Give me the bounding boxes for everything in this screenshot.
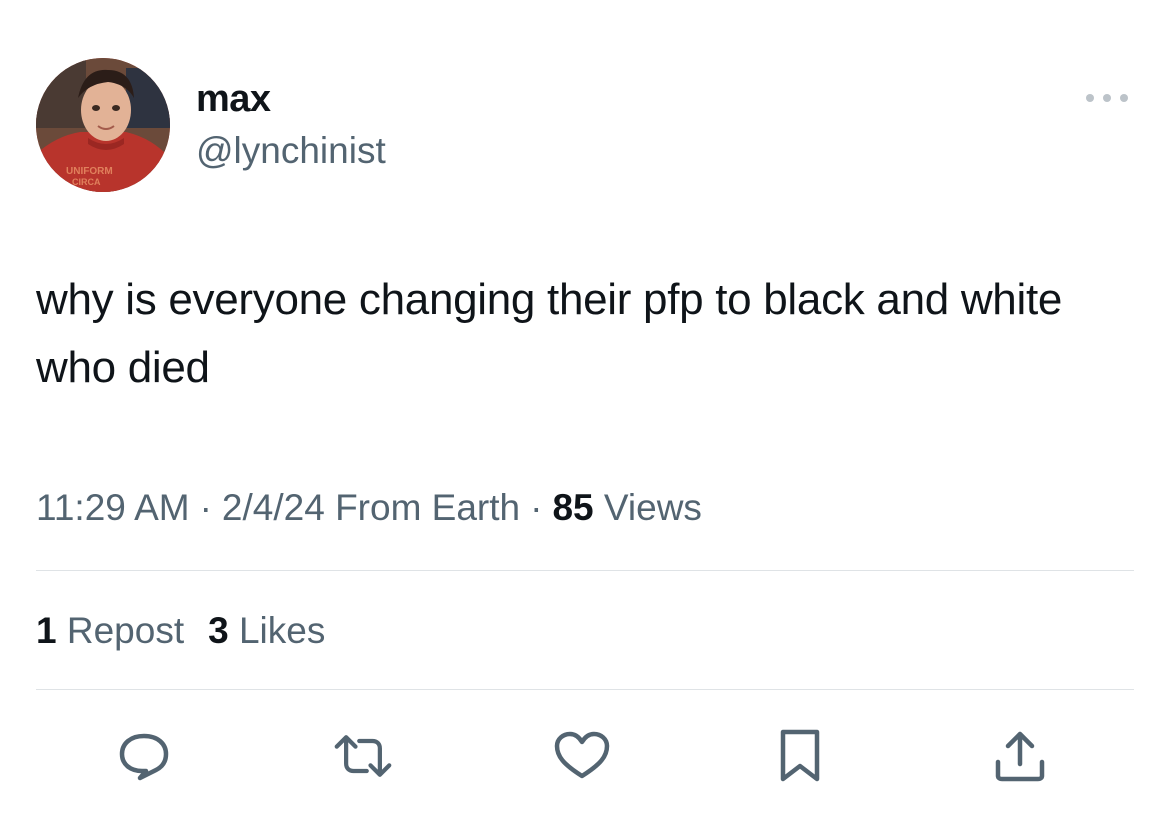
- avatar[interactable]: UNIFORM CIRCA: [36, 58, 170, 192]
- repost-icon: [334, 735, 392, 777]
- likes-stat[interactable]: 3 Likes: [208, 607, 325, 655]
- display-name[interactable]: max: [196, 76, 271, 122]
- like-button[interactable]: [552, 726, 612, 786]
- heart-icon: [554, 731, 610, 779]
- share-button[interactable]: [990, 726, 1050, 786]
- bookmark-icon: [780, 729, 820, 782]
- views-label: Views: [603, 487, 702, 528]
- reply-button[interactable]: [114, 726, 174, 786]
- svg-text:CIRCA: CIRCA: [72, 177, 101, 187]
- divider: [36, 689, 1134, 690]
- reposts-stat[interactable]: 1 Repost: [36, 607, 184, 655]
- bookmark-button[interactable]: [770, 726, 830, 786]
- likes-count: 3: [208, 610, 229, 651]
- tweet-time[interactable]: 11:29 AM: [36, 487, 190, 528]
- repost-button[interactable]: [333, 726, 393, 786]
- svg-text:UNIFORM: UNIFORM: [66, 166, 113, 177]
- likes-label: Likes: [238, 610, 326, 651]
- user-handle[interactable]: @lynchinist: [196, 128, 386, 174]
- reply-icon: [119, 733, 169, 781]
- meta-separator: ·: [530, 487, 543, 528]
- tweet-text: why is everyone changing their pfp to bl…: [36, 275, 1063, 392]
- tweet-date[interactable]: 2/4/24: [222, 487, 325, 528]
- views-count: 85: [552, 487, 594, 528]
- avatar-photo: UNIFORM CIRCA: [36, 58, 170, 192]
- meta-separator: ·: [199, 487, 212, 528]
- reposts-count: 1: [36, 610, 57, 651]
- tweet-location: From Earth: [335, 487, 521, 528]
- engagement-stats: 1 Repost 3 Likes: [36, 607, 325, 655]
- more-dots-icon: [1086, 94, 1128, 102]
- divider: [36, 570, 1134, 571]
- reposts-label: Repost: [66, 610, 185, 651]
- more-options-button[interactable]: [1082, 84, 1132, 112]
- tweet-meta: 11:29 AM · 2/4/24 From Earth · 85 Views: [36, 484, 702, 532]
- share-icon: [995, 731, 1045, 782]
